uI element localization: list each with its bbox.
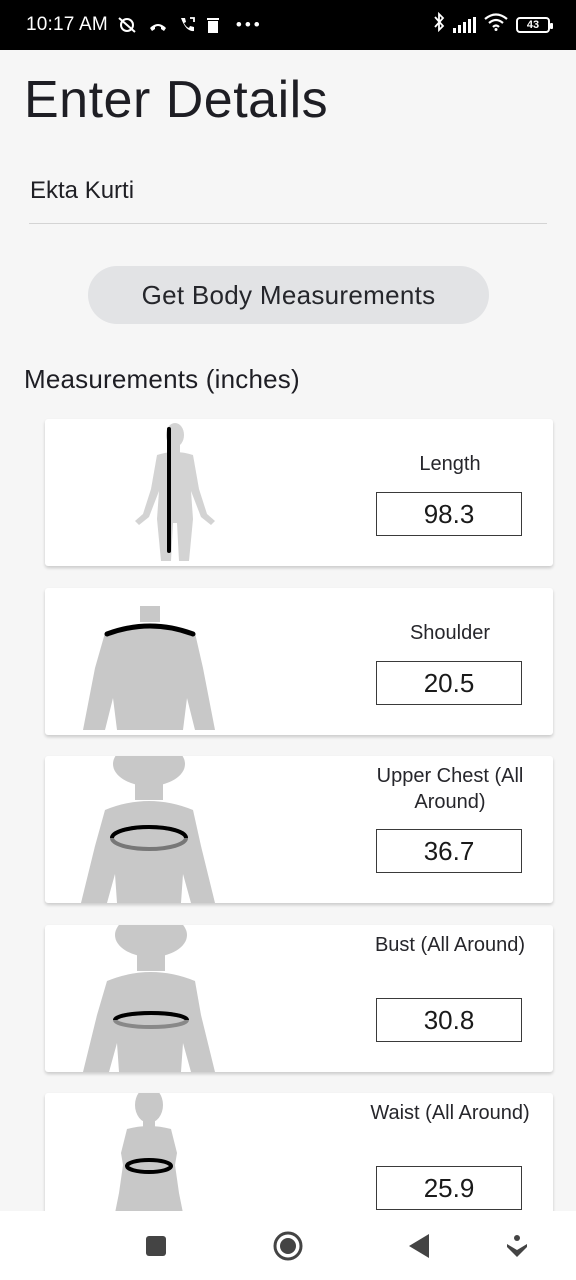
measurements-section-title: Measurements (inches) [24,364,300,394]
name-input[interactable] [29,164,547,223]
measurement-card-shoulder: Shoulder 20.5 [45,588,553,735]
name-field[interactable] [29,164,547,224]
missed-call-icon [148,16,168,34]
recent-apps-icon[interactable] [139,1229,173,1263]
measurement-value-input[interactable]: 36.7 [376,829,522,873]
trash-icon [206,16,220,34]
do-not-disturb-icon [116,16,138,34]
call-forward-icon [178,16,196,34]
assistant-icon[interactable] [500,1229,534,1263]
signal-icon [453,17,476,33]
measurement-label: Waist (All Around) [370,1102,530,1124]
measurement-card-length: Length 98.3 [45,419,553,566]
page-title: Enter Details [24,71,329,129]
upper-chest-figure-icon [81,756,215,903]
status-bar: 10:17 AM ••• 43 [0,0,576,50]
bust-figure-icon [83,925,215,1072]
more-icon: ••• [235,15,263,34]
measurement-value-input[interactable]: 98.3 [376,492,522,536]
home-icon[interactable] [271,1229,305,1263]
status-time: 10:17 AM [26,14,108,35]
measurement-value-input[interactable]: 30.8 [376,998,522,1042]
navigation-bar [0,1211,576,1280]
measurement-label: Upper Chest (All Around) [376,765,524,813]
notification-icons: ••• [116,15,263,35]
measurement-value-input[interactable]: 20.5 [376,661,522,705]
measurement-label: Length [419,453,481,475]
measurement-card-bust: Bust (All Around) 30.8 [45,925,553,1072]
measurement-label: Shoulder [409,622,491,644]
measurement-value-input[interactable]: 25.9 [376,1166,522,1210]
system-icons: 43 [433,11,553,38]
bluetooth-icon [433,11,445,38]
shoulder-figure-icon [83,606,215,730]
get-body-measurements-button[interactable]: Get Body Measurements [88,266,489,324]
measurement-card-upper-chest: Upper Chest (All Around) 36.7 [45,756,553,903]
length-figure-icon [135,423,215,561]
battery-icon: 43 [516,17,553,33]
wifi-icon [484,13,508,37]
back-icon[interactable] [402,1229,436,1263]
measurement-label: Bust (All Around) [374,934,526,956]
